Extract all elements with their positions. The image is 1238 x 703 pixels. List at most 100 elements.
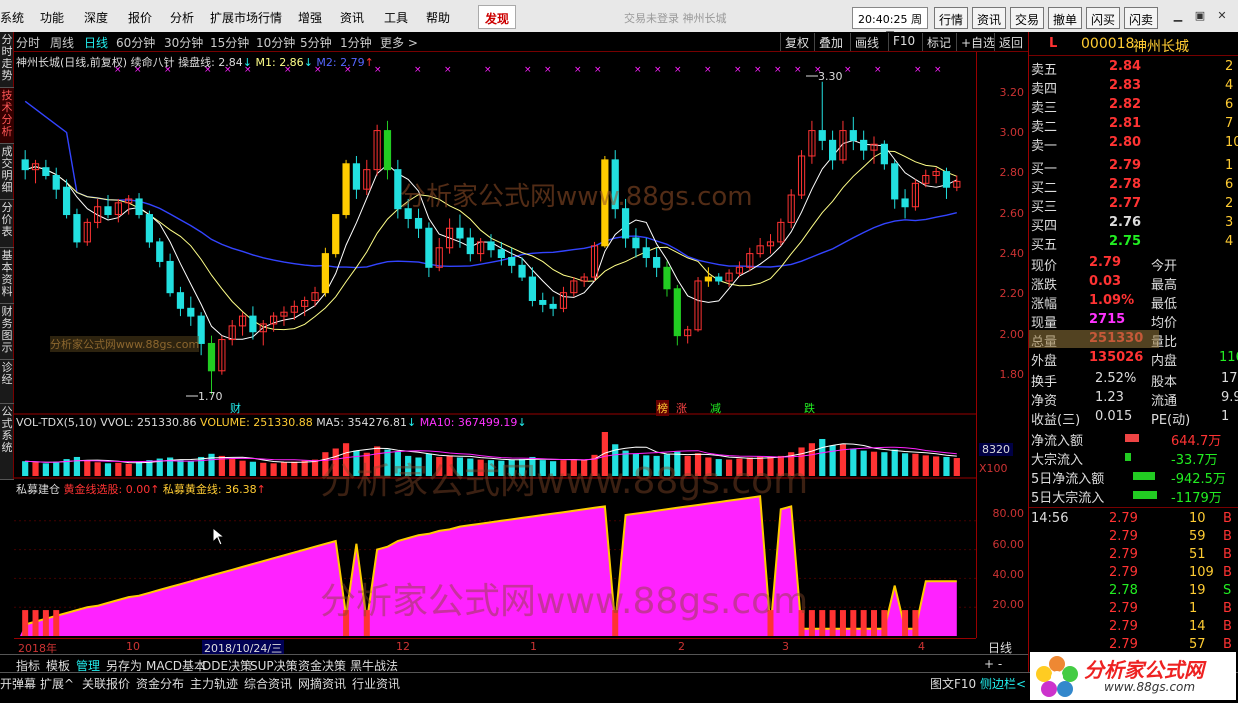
menu-enhance[interactable]: 增强 <box>298 9 322 26</box>
candle-body <box>849 130 857 141</box>
ask-label: 卖二 <box>1031 120 1058 135</box>
btn-sidebar[interactable]: 侧边栏< <box>980 675 1026 692</box>
left-tab-basic-info[interactable]: 基本资料 <box>0 248 14 304</box>
period-15m[interactable]: 15分钟 <box>210 34 249 51</box>
top-btn-flash-buy[interactable]: 闪买 <box>1086 7 1121 29</box>
tick-row[interactable]: 2.79 109 B <box>1029 564 1238 582</box>
btn-f10[interactable]: F10 <box>888 33 919 51</box>
bid-label: 买四 <box>1031 219 1058 234</box>
menu-tools[interactable]: 工具 <box>384 9 408 26</box>
btn-restore-right[interactable]: 复权 <box>780 33 813 51</box>
btn-add-watchlist[interactable]: +自选 <box>956 33 999 51</box>
period-10m[interactable]: 10分钟 <box>256 34 295 51</box>
left-tab-finance[interactable]: 财务图示 <box>0 304 14 360</box>
tick-row[interactable]: 2.79 1 B <box>1029 600 1238 618</box>
signal-marker: × <box>934 65 942 75</box>
top-btn-news[interactable]: 资讯 <box>972 7 1007 29</box>
maximize-icon[interactable]: ▣ <box>1192 9 1208 23</box>
chart-panel[interactable]: × × × × × × × × × × × × × × × × × × × × × × × × × × × × × × 神州长城(日线,前… <box>14 52 976 638</box>
btn-mark[interactable]: 标记 <box>922 33 955 51</box>
tab-danmaku[interactable]: 开弹幕 <box>0 675 36 692</box>
top-btn-market[interactable]: 行情 <box>934 7 969 29</box>
tick-row[interactable]: 2.78 19 S <box>1029 582 1238 600</box>
top-btn-flash-sell[interactable]: 闪卖 <box>1124 7 1159 29</box>
period-timeshare[interactable]: 分时 <box>16 34 40 51</box>
menu-system[interactable]: 系统 <box>0 9 24 26</box>
period-day[interactable]: 日线 <box>84 34 108 51</box>
left-tab-diag[interactable]: 诊经 <box>0 360 14 404</box>
signal-marker: × <box>414 65 422 75</box>
stat-row[interactable]: 涨幅 1.09% 最低 <box>1029 292 1238 312</box>
tab-industry-news[interactable]: 行业资讯 <box>352 675 400 692</box>
left-tab-price-table[interactable]: 分价表 <box>0 200 14 248</box>
btn-f10-graphic[interactable]: 图文F10 <box>930 675 976 692</box>
flag-rise[interactable]: 涨 <box>676 400 687 416</box>
bid-row[interactable]: 买四 2.76 3 <box>1029 214 1238 234</box>
tab-web-news[interactable]: 网摘资讯 <box>298 675 346 692</box>
period-1m[interactable]: 1分钟 <box>340 34 372 51</box>
tab-main-track[interactable]: 主力轨迹 <box>190 675 238 692</box>
period-30m[interactable]: 30分钟 <box>164 34 203 51</box>
volume-bar <box>477 459 484 476</box>
stat-row[interactable]: 现价 2.79 今开 <box>1029 254 1238 274</box>
stat-row[interactable]: 现量 2715 均价 <box>1029 311 1238 331</box>
flag-list[interactable]: 榜 <box>656 400 669 416</box>
ask-row[interactable]: 卖一 2.80 10 <box>1029 134 1238 154</box>
close-icon[interactable]: ✕ <box>1214 9 1230 23</box>
menu-quote[interactable]: 报价 <box>128 9 152 26</box>
flag-finance[interactable]: 财 <box>230 400 241 416</box>
bid-row[interactable]: 买三 2.77 2 <box>1029 195 1238 215</box>
candle-body <box>642 247 650 259</box>
top-btn-cancel[interactable]: 撤单 <box>1048 7 1083 29</box>
tab-fund-dist[interactable]: 资金分布 <box>136 675 184 692</box>
btn-overlay[interactable]: 叠加 <box>814 33 847 51</box>
menu-help[interactable]: 帮助 <box>426 9 450 26</box>
btn-draw[interactable]: 画线 <box>850 33 883 51</box>
tick-row[interactable]: 2.79 14 B <box>1029 618 1238 636</box>
tick-row[interactable]: 2.79 59 B <box>1029 528 1238 546</box>
period-more[interactable]: 更多 > <box>380 34 418 51</box>
top-btn-trade[interactable]: 交易 <box>1010 7 1045 29</box>
menu-discover[interactable]: 发现 <box>478 5 517 29</box>
tab-extend[interactable]: 扩展^ <box>40 675 74 692</box>
volume-bar <box>208 453 215 476</box>
left-tab-detail[interactable]: 成交明细 <box>0 144 14 200</box>
left-tab-timeshare[interactable]: 分时走势 <box>0 32 14 88</box>
bid-row[interactable]: 买二 2.78 6 <box>1029 176 1238 196</box>
tick-row[interactable]: 14:56 2.79 10 B <box>1029 510 1238 528</box>
menu-analysis[interactable]: 分析 <box>170 9 194 26</box>
left-tab-formula[interactable]: 公式系统 <box>0 404 14 480</box>
bid-row[interactable]: 买一 2.79 1 <box>1029 157 1238 177</box>
ask-row[interactable]: 卖四 2.83 4 <box>1029 77 1238 97</box>
candle-body <box>156 241 164 262</box>
tab-general-news[interactable]: 综合资讯 <box>244 675 292 692</box>
menu-function[interactable]: 功能 <box>40 9 64 26</box>
period-5m[interactable]: 5分钟 <box>300 34 332 51</box>
menu-news[interactable]: 资讯 <box>340 9 364 26</box>
zoom-controls[interactable]: + - <box>984 657 1002 671</box>
ask-price: 2.84 <box>1109 59 1142 74</box>
flag-fall[interactable]: 跌 <box>804 400 815 416</box>
stat-row[interactable]: 净资 1.23 流通 9.9 <box>1029 389 1238 409</box>
period-60m[interactable]: 60分钟 <box>116 34 155 51</box>
period-week[interactable]: 周线 <box>50 34 74 51</box>
flow-row[interactable]: 大宗流入 -33.7万 <box>1029 448 1238 468</box>
stat-row[interactable]: 涨跌 0.03 最高 <box>1029 273 1238 293</box>
ask-row[interactable]: 卖五 2.84 2 <box>1029 58 1238 78</box>
tab-related-quote[interactable]: 关联报价 <box>82 675 130 692</box>
tick-row[interactable]: 2.79 51 B <box>1029 546 1238 564</box>
btn-back[interactable]: 返回 <box>994 33 1027 51</box>
menu-depth[interactable]: 深度 <box>84 9 108 26</box>
ask-price: 2.82 <box>1109 97 1142 112</box>
ask-row[interactable]: 卖二 2.81 7 <box>1029 115 1238 135</box>
menu-ext-market[interactable]: 扩展市场行情 <box>210 9 282 26</box>
minimize-icon[interactable]: ▁ <box>1170 9 1186 23</box>
ask-row[interactable]: 卖三 2.82 6 <box>1029 96 1238 116</box>
stat-row[interactable]: 换手 2.52% 股本 17 <box>1029 370 1238 390</box>
stat-row[interactable]: 外盘 135026 内盘 116 <box>1029 349 1238 369</box>
stat-row[interactable]: 收益(三) 0.015 PE(动) 1 <box>1029 408 1238 428</box>
ask-price: 2.80 <box>1109 135 1142 150</box>
bid-row[interactable]: 买五 2.75 4 <box>1029 233 1238 253</box>
flag-reduce[interactable]: 减 <box>710 400 721 416</box>
left-tab-technical[interactable]: 技术分析 <box>0 88 14 144</box>
